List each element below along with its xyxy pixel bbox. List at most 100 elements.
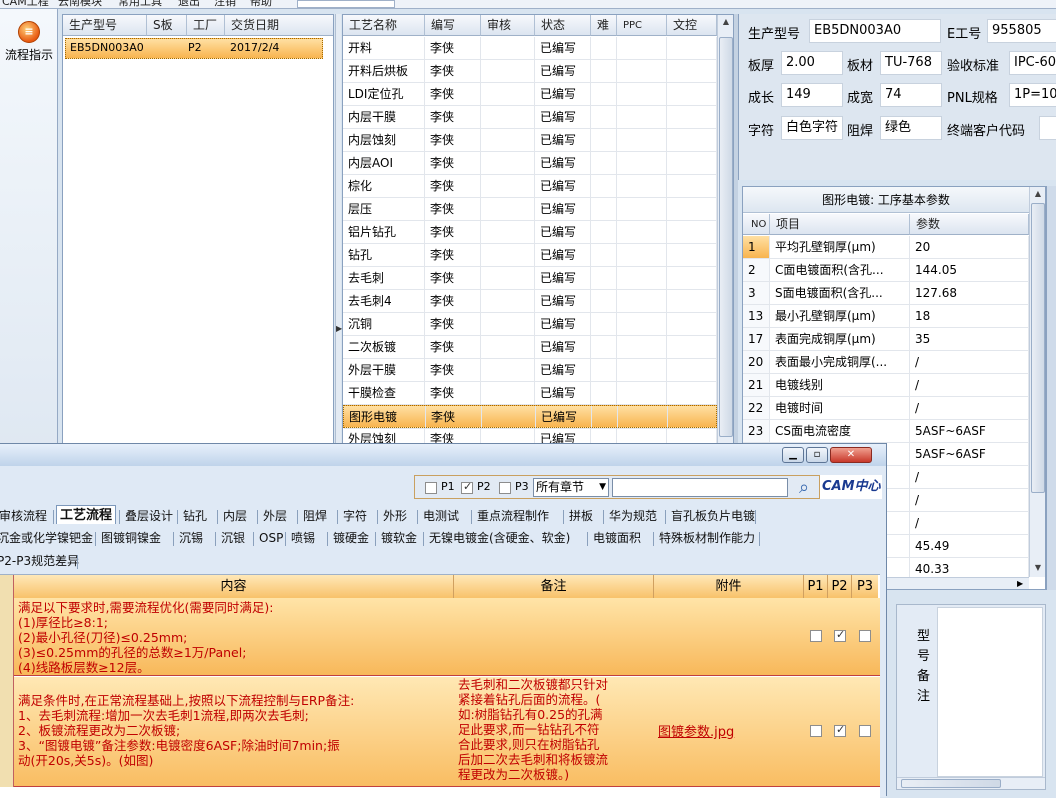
tab-tabs_row1-10[interactable]: 重点流程制作 [474, 507, 552, 526]
table-row[interactable]: 铝片钻孔 李侠 已编写 [343, 221, 717, 244]
tab-tabs_row3-0[interactable]: P2-P3规范差异 [0, 552, 82, 571]
table-row[interactable]: 棕化 李侠 已编写 [343, 175, 717, 198]
spec-header-content[interactable]: 内容 [14, 575, 454, 598]
table-row[interactable]: 17 表面完成铜厚(μm) 35 [743, 328, 1029, 351]
spec-header-p3[interactable]: P3 [852, 575, 878, 598]
tab-tabs_row2-9[interactable]: 电镀面积 [590, 529, 644, 548]
tab-tabs_row1-6[interactable]: 阻焊 [300, 507, 330, 526]
params-scrollbar[interactable]: ▲ ▼ [1029, 187, 1045, 577]
table-row[interactable]: 内层蚀刻 李侠 已编写 [343, 129, 717, 152]
table-row[interactable]: 20 表面最小完成铜厚(... / [743, 351, 1029, 374]
table-row[interactable]: 图形电镀 李侠 已编写 [343, 405, 718, 429]
tab-tabs_row2-10[interactable]: 特殊板材制作能力 [656, 529, 758, 548]
table-row[interactable]: 1 平均孔壁铜厚(μm) 20 [743, 236, 1029, 259]
p1-checkbox[interactable] [810, 725, 822, 737]
p3-checkbox[interactable] [859, 630, 871, 642]
process-header-ppc[interactable]: PPC [617, 15, 667, 36]
table-row[interactable]: 开料后烘板 李侠 已编写 [343, 60, 717, 83]
orders-header-s[interactable]: S板 [147, 15, 187, 36]
table-row[interactable]: 13 最小孔壁铜厚(μm) 18 [743, 305, 1029, 328]
tab-tabs_row1-13[interactable]: 盲孔板负片电镀 [668, 507, 758, 526]
remark-textarea[interactable] [937, 607, 1043, 777]
tab-tabs_row2-5[interactable]: 喷锡 [288, 529, 318, 548]
flow-guide-button[interactable]: ≡ 流程指示 [2, 21, 56, 77]
customer-field[interactable] [1039, 116, 1056, 140]
p2-checkbox[interactable] [834, 723, 846, 737]
search-icon[interactable]: ⌕ [791, 477, 817, 499]
table-row[interactable]: 外层蚀刻 李侠 已编写 [343, 428, 717, 443]
model-field[interactable]: EB5DN003A0 [809, 19, 941, 43]
spec-header-p1[interactable]: P1 [804, 575, 828, 598]
tab-tabs_row2-4[interactable]: OSP [256, 529, 286, 548]
table-row[interactable]: 满足以下要求时,需要流程优化(需要同时满足): (1)厚径比≥8:1; (2)最… [14, 598, 880, 676]
table-row[interactable]: 内层干膜 李侠 已编写 [343, 106, 717, 129]
tab-tabs_row2-7[interactable]: 镀软金 [378, 529, 420, 548]
minimize-icon[interactable]: ▁ [782, 447, 804, 463]
width-field[interactable]: 74 [880, 83, 942, 107]
table-row[interactable]: 干膜检查 李侠 已编写 [343, 382, 717, 405]
tab-tabs_row2-3[interactable]: 沉银 [218, 529, 248, 548]
splitter-left[interactable]: ▶ [335, 14, 342, 444]
search-input[interactable] [612, 478, 788, 497]
tab-tabs_row1-5[interactable]: 外层 [260, 507, 290, 526]
menu-tools[interactable]: 常用工具 [118, 0, 162, 8]
menu-search-box[interactable] [297, 0, 395, 8]
process-header-review[interactable]: 审核 [481, 15, 535, 36]
orders-header-date[interactable]: 交货日期 [225, 15, 333, 36]
tab-tabs_row1-12[interactable]: 华为规范 [606, 507, 660, 526]
table-row[interactable]: 满足条件时,在正常流程基础上,按照以下流程控制与ERP备注: 1、去毛刺流程:增… [14, 677, 880, 787]
table-row[interactable]: 3 S面电镀面积(含孔... 127.68 [743, 282, 1029, 305]
pnl-field[interactable]: 1P=10 [1009, 83, 1056, 107]
close-icon[interactable]: ✕ [830, 447, 872, 463]
tab-tabs_row2-6[interactable]: 镀硬金 [330, 529, 372, 548]
remark-hscrollbar[interactable] [897, 777, 1045, 789]
tab-tabs_row1-8[interactable]: 外形 [380, 507, 410, 526]
table-row[interactable]: 22 电镀时间 / [743, 397, 1029, 420]
table-row[interactable]: 23 CS面电流密度 5ASF~6ASF [743, 420, 1029, 443]
table-row[interactable]: 去毛刺4 李侠 已编写 [343, 290, 717, 313]
p3-filter-checkbox[interactable] [499, 482, 511, 494]
chapter-select[interactable]: 所有章节 ▼ [533, 478, 609, 497]
e-no-field[interactable]: 955805 [987, 19, 1056, 43]
char-field[interactable]: 白色字符 [781, 116, 843, 140]
p2-checkbox[interactable] [834, 628, 846, 642]
popup-titlebar[interactable]: ▁ ▫ ✕ [0, 444, 886, 466]
scroll-thumb[interactable] [719, 37, 733, 437]
params-header-item[interactable]: 项目 [770, 214, 910, 235]
mask-field[interactable]: 绿色 [880, 116, 942, 140]
table-row[interactable]: 沉铜 李侠 已编写 [343, 313, 717, 336]
tab-tabs_row2-8[interactable]: 无镍电镀金(含硬金、软金) [426, 529, 573, 548]
process-header-status[interactable]: 状态 [535, 15, 591, 36]
process-scrollbar[interactable]: ▲ [717, 15, 733, 443]
orders-header-factory[interactable]: 工厂 [187, 15, 225, 36]
tab-tabs_row1-7[interactable]: 字符 [340, 507, 370, 526]
p3-checkbox[interactable] [859, 725, 871, 737]
spec-header-p2[interactable]: P2 [828, 575, 852, 598]
table-row[interactable]: 层压 李侠 已编写 [343, 198, 717, 221]
tab-tabs_row2-0[interactable]: 沉金或化学镍钯金 [0, 529, 96, 548]
tab-tabs_row1-2[interactable]: 叠层设计 [122, 507, 176, 526]
tab-tabs_row1-0[interactable]: 审核流程 [0, 507, 50, 526]
menu-exit[interactable]: 退出 [178, 0, 200, 8]
menu-logout[interactable]: 注销 [214, 0, 236, 8]
params-header-no[interactable]: NO [743, 214, 770, 235]
attachment-link[interactable]: 图镀参数.jpg [658, 721, 734, 740]
thickness-field[interactable]: 2.00 [781, 51, 843, 75]
table-row[interactable]: EB5DN003A0 P2 2017/2/4 [65, 38, 323, 59]
params-scroll-down-icon[interactable]: ▼ [1030, 561, 1045, 575]
tab-tabs_row1-3[interactable]: 钻孔 [180, 507, 210, 526]
tab-tabs_row1-9[interactable]: 电测试 [420, 507, 462, 526]
table-row[interactable]: 钻孔 李侠 已编写 [343, 244, 717, 267]
table-row[interactable]: 二次板镀 李侠 已编写 [343, 336, 717, 359]
maximize-icon[interactable]: ▫ [806, 447, 828, 463]
params-scroll-thumb[interactable] [1031, 203, 1045, 493]
process-header-diff[interactable]: 难 [591, 15, 617, 36]
menu-cam[interactable]: CAM工程 [2, 0, 49, 8]
table-row[interactable]: 去毛刺 李侠 已编写 [343, 267, 717, 290]
tab-tabs_row1-11[interactable]: 拼板 [566, 507, 596, 526]
spec-header-note[interactable]: 备注 [454, 575, 654, 598]
menu-help[interactable]: 帮助 [250, 0, 272, 8]
orders-header-model[interactable]: 生产型号 [63, 15, 147, 36]
table-row[interactable]: LDI定位孔 李侠 已编写 [343, 83, 717, 106]
table-row[interactable]: 2 C面电镀面积(含孔... 144.05 [743, 259, 1029, 282]
